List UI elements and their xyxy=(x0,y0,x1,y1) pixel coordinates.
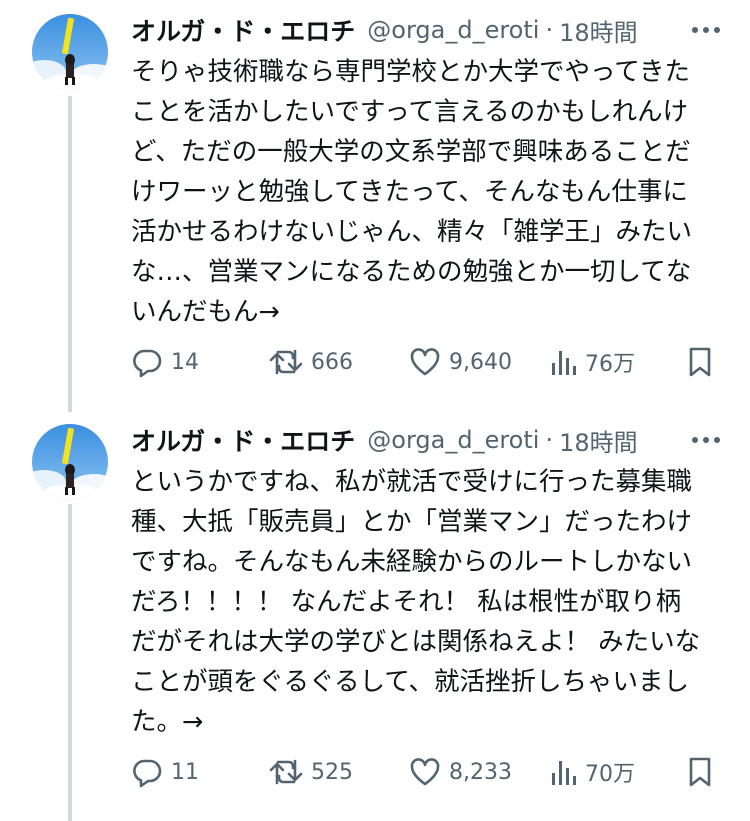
timestamp[interactable]: 18時間 xyxy=(559,13,638,48)
repost-button[interactable]: 525 xyxy=(269,750,353,794)
tweet-text-line: た。→ xyxy=(131,707,204,737)
tweet-text-line: けワーッと勉強してきたって、そんなもん仕事に xyxy=(131,177,688,207)
tweet-text-line: ことを活かしたいですって言えるのかもしれんけ xyxy=(131,97,689,127)
avatar-image xyxy=(32,14,108,90)
reply-icon xyxy=(133,759,162,788)
views-button[interactable]: 76万 xyxy=(549,340,635,384)
user-handle[interactable]: @orga_d_eroti xyxy=(367,426,539,454)
repost-icon xyxy=(269,759,303,785)
tweet-text-line: そりゃ技術職なら専門学校とか大学でやってきた xyxy=(131,57,690,87)
tweet-text-line: ど、ただの一般大学の文系学部で興味あることだ xyxy=(131,137,691,167)
repost-count: 666 xyxy=(311,349,353,375)
views-button[interactable]: 70万 xyxy=(549,750,635,794)
tweet-header: オルガ・ド・エロチ @orga_d_eroti · 18時間 xyxy=(131,10,720,50)
separator-dot: · xyxy=(545,426,554,454)
tweet-text: そりゃ技術職なら専門学校とか大学でやってきた ことを活かしたいですって言えるのか… xyxy=(131,52,721,332)
tweet-actions: 11 525 8,233 70万 xyxy=(131,750,721,794)
bookmark-icon xyxy=(689,757,711,787)
avatar[interactable] xyxy=(32,14,108,90)
timestamp[interactable]: 18時間 xyxy=(559,423,638,458)
views-icon xyxy=(552,761,576,785)
views-count: 76万 xyxy=(585,352,635,377)
tweet-text-line: ですね。そんなもん未経験からのルートしかない xyxy=(131,547,693,577)
like-count: 9,640 xyxy=(449,349,512,375)
tweet-text-line: というかですね、私が就活で受けに行った募集職 xyxy=(131,467,693,497)
separator-dot: · xyxy=(545,16,554,44)
reply-count: 11 xyxy=(171,759,199,785)
bookmark-button[interactable] xyxy=(687,750,713,794)
avatar[interactable] xyxy=(32,424,108,500)
tweet-text: というかですね、私が就活で受けに行った募集職 種、大抵「販売員」とか「営業マン」… xyxy=(131,462,721,742)
tweet-actions: 14 666 9,640 76万 xyxy=(131,340,721,384)
tweet-text-line: いんだもん→ xyxy=(131,297,280,327)
repost-button[interactable]: 666 xyxy=(269,340,353,384)
tweet-text-line: だろ！！！！ なんだよそれ！ 私は根性が取り柄 xyxy=(131,587,682,617)
tweet-text-line: だがそれは大学の学びとは関係ねえよ！ みたいな xyxy=(131,627,701,657)
bookmark-icon xyxy=(689,347,711,377)
user-handle[interactable]: @orga_d_eroti xyxy=(367,16,539,44)
display-name[interactable]: オルガ・ド・エロチ xyxy=(131,12,355,48)
tweet-header: オルガ・ド・エロチ @orga_d_eroti · 18時間 xyxy=(131,420,720,460)
heart-icon xyxy=(410,348,440,376)
more-options-icon[interactable] xyxy=(692,27,720,33)
bookmark-button[interactable] xyxy=(687,340,713,384)
tweet-text-line: ことが頭をぐるぐるして、就活挫折しちゃいまし xyxy=(131,667,689,697)
reply-count: 14 xyxy=(171,349,199,375)
tweet[interactable]: オルガ・ド・エロチ @orga_d_eroti · 18時間 そりゃ技術職なら専… xyxy=(0,0,750,410)
heart-icon xyxy=(410,758,440,786)
tweet-text-line: 種、大抵「販売員」とか「営業マン」だったわけ xyxy=(131,507,693,537)
like-button[interactable]: 8,233 xyxy=(409,750,512,794)
views-icon xyxy=(552,351,576,375)
repost-icon xyxy=(269,349,303,375)
display-name[interactable]: オルガ・ド・エロチ xyxy=(131,422,355,458)
views-count: 70万 xyxy=(585,762,635,787)
like-count: 8,233 xyxy=(449,759,512,785)
avatar-image xyxy=(32,424,108,500)
reply-button[interactable]: 14 xyxy=(131,340,199,384)
reply-button[interactable]: 11 xyxy=(131,750,199,794)
more-options-icon[interactable] xyxy=(692,437,720,443)
repost-count: 525 xyxy=(311,759,353,785)
tweet-text-line: 活かせるわけないじゃん、精々「雑学王」みたい xyxy=(131,217,693,247)
like-button[interactable]: 9,640 xyxy=(409,340,512,384)
tweet[interactable]: オルガ・ド・エロチ @orga_d_eroti · 18時間 というかですね、私… xyxy=(0,412,750,821)
reply-icon xyxy=(133,349,162,378)
tweet-text-line: な…、営業マンになるための勉強とか一切してな xyxy=(131,257,692,287)
